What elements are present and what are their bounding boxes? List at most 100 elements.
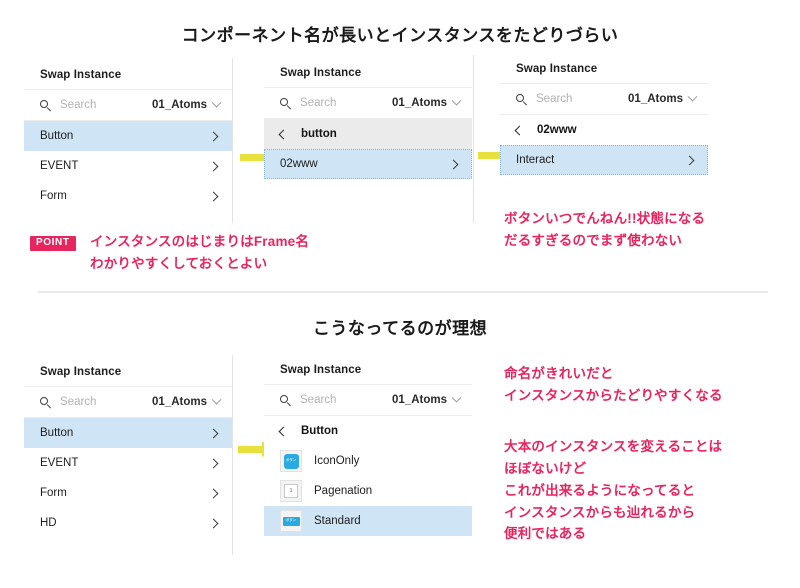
- search-bar[interactable]: Search 01_Atoms: [264, 385, 472, 416]
- list-item-label: Interact: [516, 154, 555, 166]
- panel-title: Swap Instance: [280, 66, 362, 79]
- list-item[interactable]: EVENT: [24, 151, 232, 181]
- panel-list: Button ボタン IconOnly 1 Pagenation ボタン Sta…: [264, 416, 472, 536]
- panel-header: Swap Instance: [24, 60, 232, 90]
- panel-list: Button EVENT Form HD: [24, 418, 232, 538]
- thumb-text: 1: [289, 487, 293, 494]
- chevron-right-icon: [208, 131, 219, 141]
- grid-icon[interactable]: [205, 68, 218, 81]
- chevron-down-icon: [687, 91, 698, 102]
- swap-instance-panel-top-1: Swap Instance Search 01_Atoms Button EVE…: [24, 60, 232, 211]
- search-icon: [280, 394, 292, 407]
- grid-icon[interactable]: [445, 363, 458, 376]
- grid-icon[interactable]: [445, 66, 458, 79]
- breadcrumb-back-row[interactable]: button: [264, 119, 472, 149]
- page-title-top: コンポーネント名が長いとインスタンスをたどりづらい: [181, 26, 619, 45]
- point-badge: POINT: [30, 236, 76, 251]
- breadcrumb-back-row[interactable]: 02www: [500, 115, 708, 145]
- search-icon: [40, 99, 52, 112]
- library-label: 01_Atoms: [628, 93, 683, 105]
- chevron-left-icon: [278, 426, 289, 436]
- panel-divider: [473, 55, 474, 223]
- component-list-item[interactable]: ボタン Standard: [264, 506, 472, 536]
- component-list-item[interactable]: 1 Pagenation: [264, 476, 472, 506]
- search-icon: [40, 396, 52, 409]
- chevron-right-icon: [684, 155, 695, 165]
- list-item[interactable]: Button: [24, 121, 232, 151]
- component-label: Pagenation: [314, 485, 373, 497]
- list-item[interactable]: Form: [24, 181, 232, 211]
- panel-title: Swap Instance: [280, 363, 362, 376]
- swap-instance-panel-bottom-2: Swap Instance Search 01_Atoms Button ボタン…: [264, 355, 472, 536]
- chevron-right-icon: [208, 518, 219, 528]
- chevron-down-icon: [451, 392, 462, 403]
- library-select[interactable]: 01_Atoms: [392, 392, 462, 406]
- list-item-label: Button: [40, 427, 74, 439]
- chevron-right-icon: [208, 488, 219, 498]
- annotation-point-text: インスタンスのはじまりはFrame名 わかりやすくしておくとよい: [90, 234, 310, 271]
- breadcrumb-back-row[interactable]: Button: [264, 416, 472, 446]
- list-item[interactable]: EVENT: [24, 448, 232, 478]
- search-bar[interactable]: Search 01_Atoms: [264, 88, 472, 119]
- search-input[interactable]: Search: [60, 396, 152, 408]
- list-item-label: EVENT: [40, 160, 79, 172]
- library-label: 01_Atoms: [392, 394, 447, 406]
- chevron-down-icon: [211, 97, 222, 108]
- component-label: IconOnly: [314, 455, 360, 467]
- panel-header: Swap Instance: [500, 54, 708, 84]
- search-bar[interactable]: Search 01_Atoms: [24, 90, 232, 121]
- panel-title: Swap Instance: [40, 365, 122, 378]
- list-item-label: EVENT: [40, 457, 79, 469]
- search-icon: [280, 97, 292, 110]
- panel-header: Swap Instance: [24, 357, 232, 387]
- swap-instance-panel-top-2: Swap Instance Search 01_Atoms button 02w…: [264, 58, 472, 179]
- search-bar[interactable]: Search 01_Atoms: [500, 84, 708, 115]
- panel-header: Swap Instance: [264, 58, 472, 88]
- library-label: 01_Atoms: [152, 396, 207, 408]
- breadcrumb-label: button: [301, 128, 337, 140]
- chevron-right-icon: [448, 159, 459, 169]
- list-item[interactable]: Form: [24, 478, 232, 508]
- breadcrumb-label: 02www: [537, 124, 577, 136]
- library-select[interactable]: 01_Atoms: [152, 394, 222, 408]
- grid-icon[interactable]: [205, 365, 218, 378]
- chevron-right-icon: [208, 191, 219, 201]
- list-item-label: HD: [40, 517, 57, 529]
- grid-icon[interactable]: [681, 62, 694, 75]
- component-thumbnail-pagenation: 1: [280, 480, 302, 502]
- search-bar[interactable]: Search 01_Atoms: [24, 387, 232, 418]
- library-label: 01_Atoms: [392, 97, 447, 109]
- panel-list: button 02www: [264, 119, 472, 179]
- search-input[interactable]: Search: [300, 394, 392, 406]
- panel-divider: [232, 58, 233, 223]
- panel-title: Swap Instance: [516, 62, 598, 75]
- section-divider: [38, 291, 768, 293]
- panel-list: 02www Interact: [500, 115, 708, 175]
- library-select[interactable]: 01_Atoms: [152, 97, 222, 111]
- list-item[interactable]: 02www: [264, 149, 472, 179]
- chevron-left-icon: [278, 129, 289, 139]
- component-thumbnail-standard: ボタン: [280, 510, 302, 532]
- search-input[interactable]: Search: [536, 93, 628, 105]
- chevron-right-icon: [208, 458, 219, 468]
- annotation-top-right: ボタンいつでんねん!!状態になる だるすぎるのでまず使わない: [504, 211, 706, 248]
- search-input[interactable]: Search: [300, 97, 392, 109]
- library-select[interactable]: 01_Atoms: [628, 91, 698, 105]
- library-select[interactable]: 01_Atoms: [392, 95, 462, 109]
- component-list-item[interactable]: ボタン IconOnly: [264, 446, 472, 476]
- list-item[interactable]: Interact: [500, 145, 708, 175]
- panel-divider: [232, 355, 233, 555]
- panel-header: Swap Instance: [264, 355, 472, 385]
- list-item[interactable]: HD: [24, 508, 232, 538]
- annotation-bottom-right-1: 命名がきれいだと インスタンスからたどりやすくなる: [504, 366, 723, 403]
- chevron-left-icon: [514, 125, 525, 135]
- search-icon: [516, 93, 528, 106]
- list-item-label: Button: [40, 130, 74, 142]
- chevron-down-icon: [211, 394, 222, 405]
- panel-title: Swap Instance: [40, 68, 122, 81]
- list-item-label: Form: [40, 487, 67, 499]
- poster-canvas: コンポーネント名が長いとインスタンスをたどりづらい Swap Instance …: [0, 0, 800, 588]
- swap-instance-panel-top-3: Swap Instance Search 01_Atoms 02www Inte…: [500, 54, 708, 175]
- search-input[interactable]: Search: [60, 99, 152, 111]
- list-item[interactable]: Button: [24, 418, 232, 448]
